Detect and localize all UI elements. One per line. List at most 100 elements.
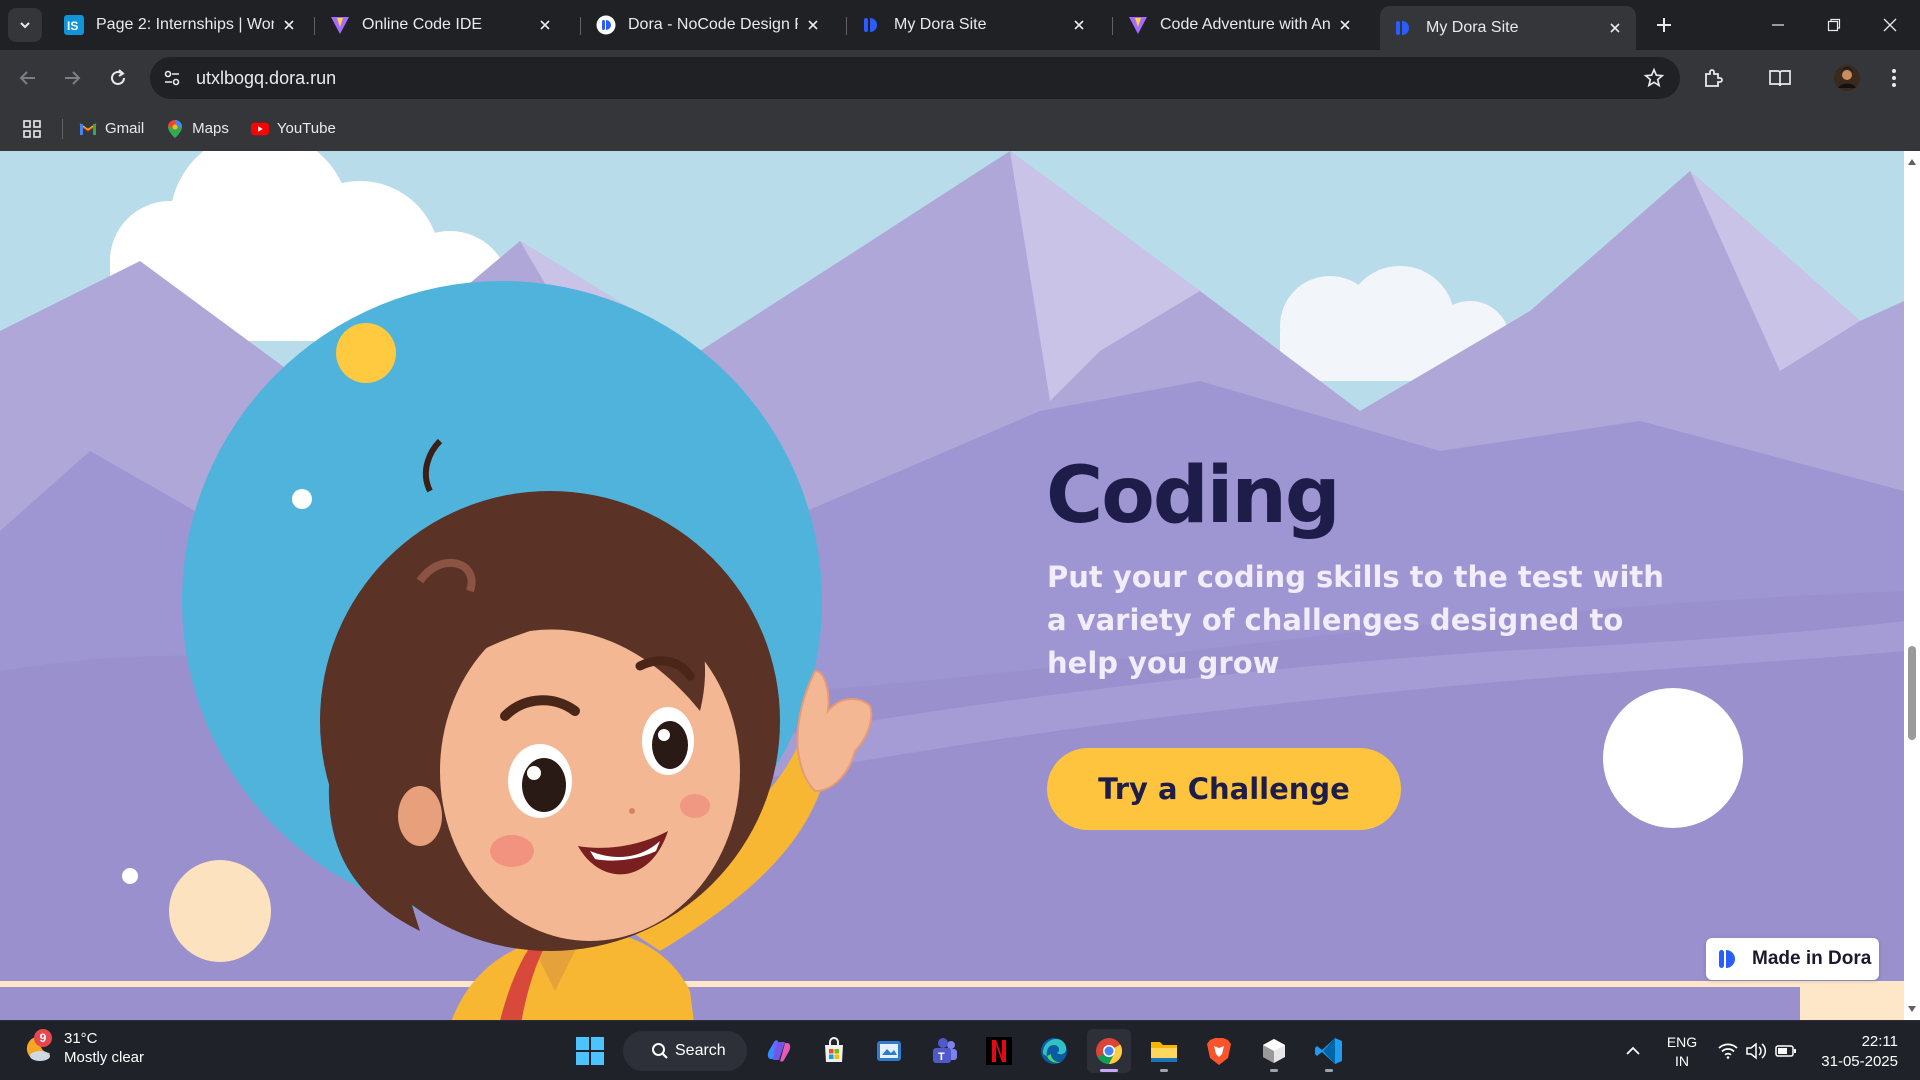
edge-icon [1041,1038,1067,1064]
puzzle-icon [1705,69,1723,87]
search-label: Search [675,1042,726,1059]
chrome-app[interactable] [1087,1029,1131,1073]
close-window-button[interactable] [1870,10,1910,40]
start-button[interactable] [568,1029,612,1073]
store-icon [825,1037,843,1062]
book-icon [1769,70,1791,87]
file-explorer-app[interactable] [1142,1029,1186,1073]
search-icon [652,1043,668,1059]
tab-title: My Dora Site [894,16,987,33]
restore-icon [1827,18,1841,32]
peach-circle [169,860,271,962]
forward-button[interactable] [56,62,88,94]
weather-condition: Mostly clear [64,1049,145,1066]
close-icon[interactable] [280,16,298,34]
region-code: IN [1675,1053,1689,1069]
maps-icon [166,119,184,138]
close-icon[interactable] [804,16,822,34]
made-in-dora-badge[interactable]: Made in Dora [1706,938,1879,980]
next-section-peach [1800,987,1904,1020]
white-circle-right [1603,688,1743,828]
battery-icon [1775,1045,1796,1057]
bookmark-gmail[interactable]: Gmail [79,120,144,138]
clock-time: 22:11 [1861,1033,1898,1050]
tab-title: My Dora Site [1426,19,1519,36]
profile-avatar[interactable] [1831,62,1863,94]
netflix-icon [986,1037,1012,1065]
restore-button[interactable] [1814,10,1854,40]
dora-icon [596,15,616,35]
volume-status[interactable] [1744,1029,1768,1073]
tab-my-dora-site[interactable]: My Dora Site [848,7,1100,43]
weather-temp: 31°C [64,1030,98,1047]
brave-icon [1207,1038,1231,1065]
close-icon[interactable] [1336,16,1354,34]
site-info-icon[interactable] [154,60,190,96]
page-scrollbar[interactable] [1904,151,1920,1020]
volume-icon [1746,1042,1767,1060]
close-icon[interactable] [1606,19,1624,37]
language-indicator[interactable]: ENG IN [1662,1033,1702,1071]
minimize-button[interactable] [1758,10,1798,40]
bookmark-star-icon[interactable] [1642,66,1666,90]
wifi-status[interactable] [1716,1029,1740,1073]
reading-mode-button[interactable] [1764,62,1796,94]
battery-status[interactable] [1774,1029,1798,1073]
show-hidden-icons-button[interactable] [1618,1029,1648,1073]
extensions-button[interactable] [1697,62,1729,94]
arrow-right-icon [65,71,81,85]
terminal-app[interactable] [1252,1029,1296,1073]
yellow-sun-dot [336,323,396,383]
tab-separator [314,17,315,35]
open-indicator [1160,1069,1168,1072]
brave-app[interactable] [1197,1029,1241,1073]
bookmarks-divider [62,118,63,139]
chrome-icon [1096,1038,1123,1065]
weather-moon-icon: 9 [20,1029,54,1065]
teams-app[interactable]: T [922,1029,966,1073]
plus-icon [1657,18,1671,32]
try-challenge-button[interactable]: Try a Challenge [1047,748,1401,830]
browser-menu-button[interactable] [1878,62,1910,94]
address-bar[interactable]: utxlbogq.dora.run [150,57,1680,99]
url-text[interactable]: utxlbogq.dora.run [196,68,336,89]
taskbar-search[interactable]: Search [623,1031,747,1071]
clock-date: 31-05-2025 [1821,1053,1898,1070]
tab-code-adventure[interactable]: Code Adventure with Anny [1114,7,1366,43]
hero-description: Put your coding skills to the test with … [1047,560,1664,680]
store-app[interactable] [812,1029,856,1073]
svg-text:IS: IS [67,19,78,33]
copilot-app[interactable] [757,1029,801,1073]
photos-app[interactable] [867,1029,911,1073]
scroll-up-arrow-icon[interactable] [1907,157,1917,167]
close-icon [1883,18,1897,32]
tab-dora-nocode[interactable]: Dora - NoCode Design Pla [582,7,834,43]
minimize-icon [1772,24,1784,26]
bookmark-youtube[interactable]: YouTube [250,120,336,138]
internshala-icon: IS [64,15,84,35]
dora-icon [862,15,882,35]
scrollbar-thumb[interactable] [1908,646,1916,740]
new-tab-button[interactable] [1650,11,1678,39]
avatar-icon [1834,65,1860,91]
netflix-app[interactable] [977,1029,1021,1073]
back-button[interactable] [12,62,44,94]
system-clock[interactable]: 22:11 31-05-2025 [1808,1032,1898,1072]
chevron-up-icon [1626,1046,1640,1055]
reload-button[interactable] [102,62,134,94]
scroll-down-arrow-icon[interactable] [1907,1004,1917,1014]
tab-my-dora-site-active[interactable]: My Dora Site [1380,6,1636,50]
weather-widget[interactable]: 9 31°C Mostly clear [20,1029,144,1067]
edge-app[interactable] [1032,1029,1076,1073]
chevron-down-icon [20,22,30,29]
bookmark-maps[interactable]: Maps [166,119,229,138]
tab-search-button[interactable] [8,8,42,42]
tab-internships[interactable]: IS Page 2: Internships | Work [50,7,310,43]
tab-online-code-ide[interactable]: Online Code IDE [316,7,566,43]
tab-separator [846,17,847,35]
close-icon[interactable] [1070,16,1088,34]
dora-logo-icon [1719,950,1735,968]
close-icon[interactable] [536,16,554,34]
vscode-app[interactable] [1307,1029,1351,1073]
apps-grid-icon[interactable] [20,117,44,141]
